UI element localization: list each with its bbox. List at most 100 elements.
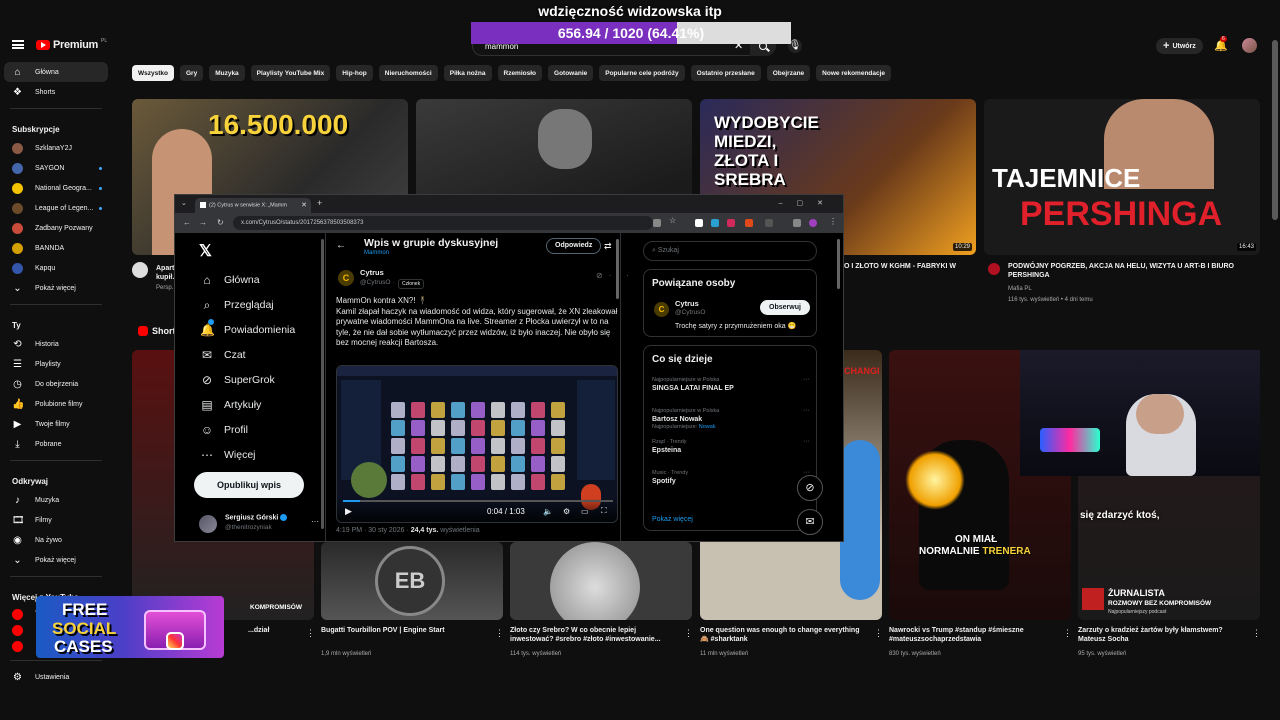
sidebar-item-settings[interactable]: ⚙ Ustawienia bbox=[0, 667, 112, 687]
page-scrollbar[interactable] bbox=[1272, 40, 1278, 220]
x-nav-grok[interactable]: ⊘ SuperGrok bbox=[200, 373, 275, 387]
bookmark-star-icon[interactable]: ☆ bbox=[669, 216, 677, 225]
volume-icon[interactable]: 🔈 bbox=[543, 507, 553, 516]
trend-sub-link[interactable]: Nowak bbox=[699, 424, 716, 430]
post-button[interactable]: Opublikuj wpis bbox=[194, 472, 304, 498]
more-dots-icon[interactable]: ··· bbox=[803, 407, 810, 414]
community-link[interactable]: Mammon bbox=[364, 250, 389, 256]
chip[interactable]: Muzyka bbox=[209, 65, 245, 81]
sidebar-item-liked[interactable]: 👍 Polubione filmy bbox=[0, 394, 112, 414]
subscriptions-heading[interactable]: Subskrypcje bbox=[0, 115, 112, 138]
notifications-icon[interactable]: 🔔 6 bbox=[1214, 36, 1228, 52]
subscription-item[interactable]: SAYGON bbox=[0, 158, 112, 178]
video-title[interactable]: O I ZŁOTO W KGHM - FABRYKI W bbox=[844, 262, 974, 271]
fullscreen-icon[interactable]: ⛶ bbox=[601, 506, 607, 516]
sidebar-item-home[interactable]: ⌂ Główna bbox=[4, 62, 108, 82]
chip[interactable]: Wszystko bbox=[132, 65, 174, 81]
window-controls[interactable]: –▢✕ bbox=[779, 199, 837, 207]
you-heading[interactable]: Ty bbox=[0, 311, 112, 334]
reload-icon[interactable]: ↻ bbox=[217, 218, 224, 227]
x-nav-articles[interactable]: ▤ Artykuły bbox=[200, 398, 261, 412]
more-dots-icon[interactable]: ··· bbox=[311, 517, 319, 526]
chip[interactable]: Ostatnio przesłane bbox=[690, 65, 761, 81]
subscription-item[interactable]: BANNDA bbox=[0, 238, 112, 258]
post-video[interactable]: ▶ 0:04 / 1:03 🔈 ⚙ ▭ ⛶ bbox=[336, 365, 618, 523]
x-nav-search[interactable]: ⌕ Przeglądaj bbox=[200, 298, 274, 312]
sidebar-icon[interactable] bbox=[793, 219, 801, 227]
channel-avatar[interactable] bbox=[988, 263, 1000, 275]
x-nav-mail[interactable]: ✉ Czat bbox=[200, 348, 246, 362]
follow-button[interactable]: Obserwuj bbox=[760, 300, 810, 315]
grok-icon[interactable]: ⊘ bbox=[797, 475, 823, 501]
nav-scrollbar[interactable] bbox=[321, 239, 324, 529]
sidebar-item-playlists[interactable]: ☰ Playlisty bbox=[0, 354, 112, 374]
short-title[interactable]: Bugatti Tourbillon POV | Engine Start bbox=[321, 626, 487, 644]
chip[interactable]: Gotowanie bbox=[548, 65, 594, 81]
post-timestamp[interactable]: 4:19 PM · 30 sty 2026 · bbox=[336, 527, 411, 534]
x-nav-bell[interactable]: 🔔 Powiadomienia bbox=[200, 319, 295, 337]
related-handle[interactable]: @CytrusO bbox=[675, 309, 705, 316]
x-nav-more[interactable]: ⋯ Więcej bbox=[200, 448, 256, 462]
subscription-item[interactable]: National Geogra... bbox=[0, 178, 112, 198]
extension-icon[interactable] bbox=[711, 219, 719, 227]
install-icon[interactable] bbox=[653, 219, 661, 227]
video-channel[interactable]: Mafia PL bbox=[1008, 285, 1032, 293]
back-arrow-icon[interactable]: ← bbox=[336, 240, 346, 251]
trend-item[interactable]: Najpopularniejsze w Polska Bartosz Nowak N… bbox=[652, 407, 810, 430]
chip[interactable]: Playlisty YouTube Mix bbox=[250, 65, 331, 81]
chip[interactable]: Rzemiosło bbox=[497, 65, 543, 81]
account-avatar[interactable] bbox=[1242, 38, 1257, 53]
x-search-input[interactable]: ⌕ Szukaj bbox=[643, 241, 817, 261]
more-dots-icon[interactable]: ··· bbox=[803, 438, 810, 445]
sidebar-item-your-videos[interactable]: ▶ Twoje filmy bbox=[0, 414, 112, 434]
side-scrollbar[interactable] bbox=[837, 239, 840, 289]
sidebar-item-history[interactable]: ⟲ Historia bbox=[0, 334, 112, 354]
sidebar-item-chevron-down[interactable]: ⌄ Pokaż więcej bbox=[0, 550, 112, 570]
trend-item[interactable]: Najpopularniejsze w Polska SINGSA LATAI F… bbox=[652, 376, 810, 393]
tab-search-icon[interactable]: ⌄ bbox=[181, 199, 187, 207]
messages-icon[interactable]: ✉ bbox=[797, 509, 823, 535]
more-vert-icon[interactable]: ⋮ bbox=[1063, 628, 1072, 639]
chip[interactable]: Obejrzane bbox=[766, 65, 811, 81]
sidebar-item-shorts[interactable]: ❖ Shorts bbox=[0, 82, 112, 102]
trend-item[interactable]: Music · Trendy Spotify ··· bbox=[652, 469, 810, 486]
trend-item[interactable]: Rząd · Trendy Epsteina ··· bbox=[652, 438, 810, 455]
gmail-extension-icon[interactable] bbox=[745, 219, 753, 227]
youtube-logo[interactable]: Premium PL bbox=[36, 38, 107, 51]
x-nav-home[interactable]: ⌂ Główna bbox=[200, 273, 259, 287]
subscription-item[interactable]: SzklanaY2J bbox=[0, 138, 112, 158]
channel-avatar[interactable] bbox=[132, 262, 148, 278]
sidebar-item-live[interactable]: ◉ Na żywo bbox=[0, 530, 112, 550]
settings-gear-icon[interactable]: ⚙ bbox=[563, 507, 570, 516]
forward-icon[interactable]: → bbox=[199, 218, 207, 227]
sidebar-item-watch-later[interactable]: ◷ Do obejrzenia bbox=[0, 374, 112, 394]
profile-icon[interactable] bbox=[809, 219, 817, 227]
show-more-subs[interactable]: ⌄ Pokaż więcej bbox=[0, 278, 112, 298]
settings-sliders-icon[interactable]: ⇄ bbox=[604, 241, 612, 252]
more-dots-icon[interactable]: ··· bbox=[803, 376, 810, 383]
sidebar-item-movies[interactable]: 🎞 Filmy bbox=[0, 510, 112, 530]
subscription-item[interactable]: League of Legen... bbox=[0, 198, 112, 218]
x-logo-icon[interactable]: 𝕏 bbox=[199, 241, 212, 261]
subscription-item[interactable]: Zadbany Pozwany bbox=[0, 218, 112, 238]
show-more-link[interactable]: Pokaż więcej bbox=[652, 516, 693, 523]
more-vert-icon[interactable]: ⋮ bbox=[495, 628, 504, 639]
related-avatar[interactable]: C bbox=[654, 302, 669, 317]
extensions-puzzle-icon[interactable] bbox=[765, 219, 773, 227]
short-title[interactable]: ...dział bbox=[248, 626, 298, 644]
sidebar-item-music[interactable]: ♪ Muzyka bbox=[0, 490, 112, 510]
extension-icon[interactable] bbox=[727, 219, 735, 227]
more-vert-icon[interactable]: ⋮ bbox=[684, 628, 693, 639]
short-thumbnail[interactable]: EB bbox=[321, 542, 503, 620]
author-name[interactable]: Cytrus bbox=[360, 268, 384, 277]
more-vert-icon[interactable]: ⋮ bbox=[874, 628, 883, 639]
author-avatar[interactable]: C bbox=[338, 270, 354, 286]
create-button[interactable]: + Utwórz bbox=[1156, 38, 1203, 54]
short-title[interactable]: Nawrocki vs Trump #standup #śmieszne #ma… bbox=[889, 626, 1055, 644]
chip[interactable]: Nowe rekomendacje bbox=[816, 65, 892, 81]
chip[interactable]: Piłka nożna bbox=[443, 65, 492, 81]
video-thumbnail[interactable]: TAJEMNICE PERSHINGA 16:43 bbox=[984, 99, 1260, 255]
chip[interactable]: Gry bbox=[179, 65, 204, 81]
browser-tab[interactable]: (2) Cytrus w serwisie X: „Mamm ✕ bbox=[195, 198, 311, 213]
hamburger-menu-icon[interactable] bbox=[12, 40, 24, 49]
